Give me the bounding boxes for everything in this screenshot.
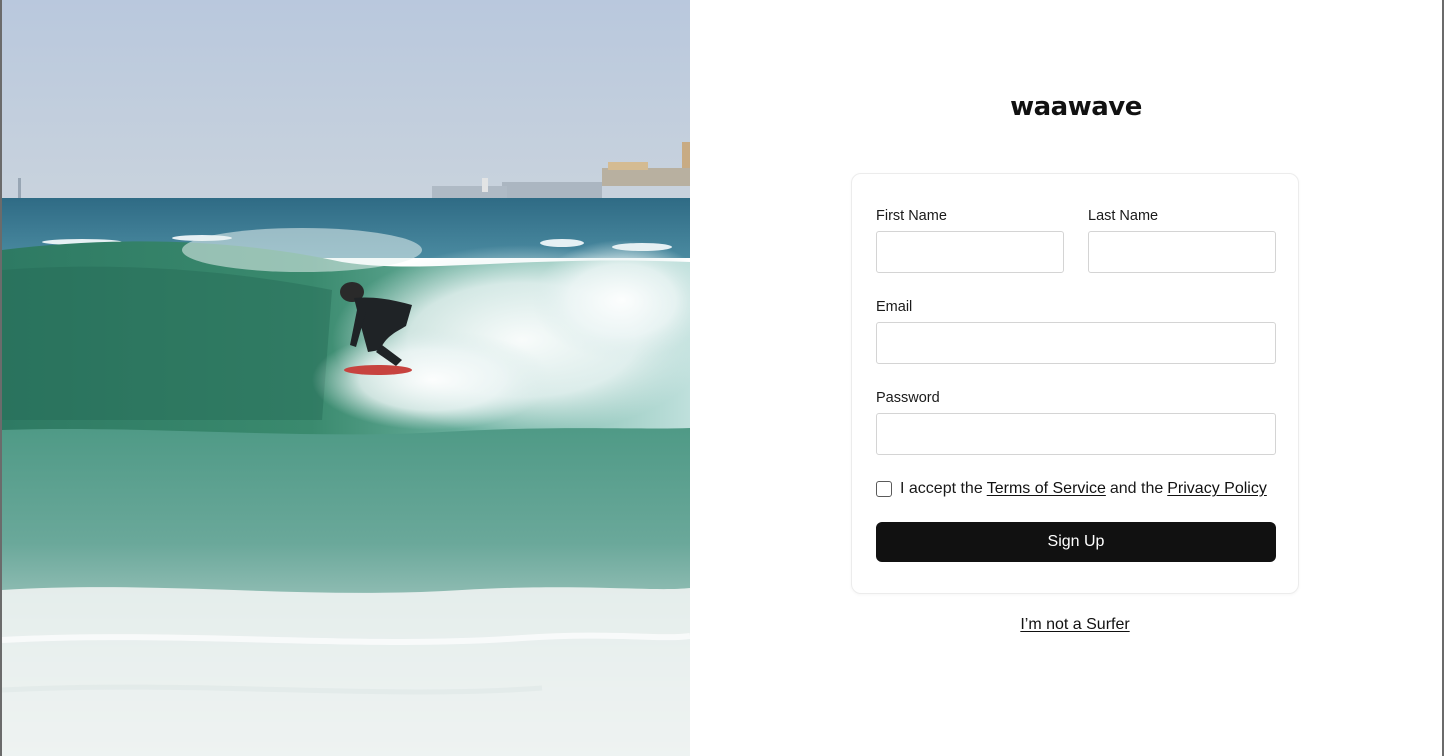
svg-text:waawave: waawave xyxy=(1010,92,1142,122)
password-input[interactable] xyxy=(876,413,1276,455)
hero-image xyxy=(2,0,690,756)
terms-row: I accept the Terms of Service and the Pr… xyxy=(876,480,1267,498)
signup-page: waawave First Name Last Name Email Passw… xyxy=(0,0,1444,756)
waawave-logo: waawave xyxy=(1010,92,1142,122)
first-name-label: First Name xyxy=(876,208,947,224)
first-name-input[interactable] xyxy=(876,231,1064,273)
email-input[interactable] xyxy=(876,322,1276,364)
terms-prefix-text: I accept the xyxy=(900,480,983,497)
terms-checkbox[interactable] xyxy=(876,481,892,497)
sign-up-button[interactable]: Sign Up xyxy=(876,522,1276,562)
not-surfer-row: I’m not a Surfer xyxy=(690,616,1444,634)
terms-of-service-link[interactable]: Terms of Service xyxy=(987,480,1106,498)
last-name-input[interactable] xyxy=(1088,231,1276,273)
last-name-label: Last Name xyxy=(1088,208,1159,224)
signup-panel: waawave First Name Last Name Email Passw… xyxy=(690,0,1442,756)
signup-form-card: First Name Last Name Email Password I ac… xyxy=(851,173,1299,594)
surfer-wave-photo xyxy=(2,0,690,756)
privacy-policy-link[interactable]: Privacy Policy xyxy=(1167,480,1267,498)
email-label: Email xyxy=(876,299,913,315)
password-label: Password xyxy=(876,390,940,406)
not-a-surfer-link[interactable]: I’m not a Surfer xyxy=(1020,616,1129,633)
terms-middle-text: and the xyxy=(1109,480,1164,497)
